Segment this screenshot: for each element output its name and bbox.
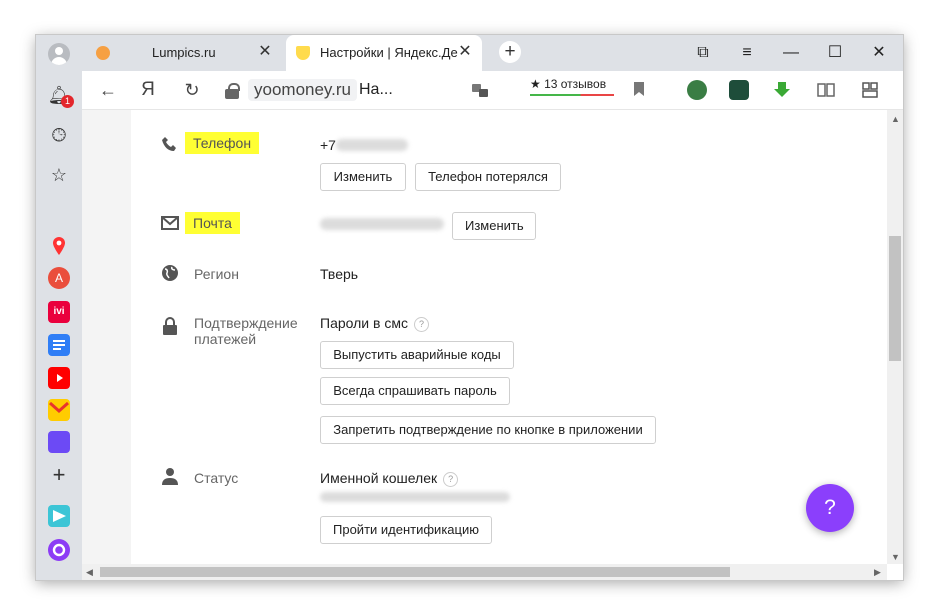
messenger-icon[interactable] <box>48 431 70 453</box>
star-bookmarks-icon[interactable]: ☆ <box>47 163 71 187</box>
ivi-icon[interactable]: ivi <box>48 301 70 323</box>
yandex-maps-icon[interactable] <box>48 235 70 257</box>
extensions-icon[interactable] <box>860 80 880 100</box>
translate-icon[interactable]: A <box>48 267 70 289</box>
tab-close-icon[interactable]: ✕ <box>256 43 274 61</box>
gear-extension-icon[interactable] <box>729 80 749 100</box>
padlock-icon <box>162 317 178 340</box>
globe-icon <box>161 264 179 287</box>
horizontal-scroll-thumb[interactable] <box>100 567 730 577</box>
payment-confirmation-text: Пароли в смс <box>320 315 408 331</box>
url-domain[interactable]: yoomoney.ru <box>248 79 358 101</box>
translate-page-icon[interactable] <box>470 80 490 100</box>
status-text: Именной кошелек <box>320 470 438 486</box>
page-title[interactable]: На... <box>359 81 393 99</box>
scroll-right-arrow-icon[interactable]: ▶ <box>874 567 881 578</box>
phone-value: +7 <box>320 137 336 153</box>
play-icon[interactable] <box>48 505 70 527</box>
reload-button[interactable]: ↻ <box>180 71 204 109</box>
reviews-text: ★ 13 отзывов <box>530 77 607 91</box>
docs-icon[interactable] <box>48 334 70 356</box>
bookmark-icon[interactable] <box>633 81 645 97</box>
phone-number-blurred <box>336 139 408 151</box>
scroll-left-arrow-icon[interactable]: ◀ <box>86 567 93 578</box>
phone-label: Телефон <box>185 132 260 154</box>
issue-emergency-codes-button[interactable]: Выпустить аварийные коды <box>320 341 514 369</box>
status-details-blurred <box>320 492 510 502</box>
tab-lumpics[interactable]: Lumpics.ru ✕ <box>86 35 282 71</box>
email-label: Почта <box>185 212 240 234</box>
tab-close-icon[interactable]: ✕ <box>456 43 474 61</box>
wallet-favicon-icon <box>296 46 310 60</box>
shield-extension-icon[interactable] <box>687 80 707 100</box>
add-app-icon[interactable]: + <box>47 463 71 487</box>
tab-bar: Lumpics.ru ✕ Настройки | Яндекс.Де ✕ + ⧉… <box>36 35 903 71</box>
disable-app-button-confirmation-button[interactable]: Запретить подтверждение по кнопке в прил… <box>320 416 656 444</box>
close-window-button[interactable]: ✕ <box>857 35 901 71</box>
phone-lost-button[interactable]: Телефон потерялся <box>415 163 561 191</box>
minimize-button[interactable]: — <box>769 35 813 71</box>
user-icon <box>162 467 178 490</box>
new-tab-button[interactable]: + <box>499 41 521 63</box>
status-value: Именной кошелек? <box>320 470 459 487</box>
vertical-scrollbar[interactable]: ▲ ▼ <box>887 110 903 564</box>
collections-icon[interactable]: ⧉ <box>681 35 725 71</box>
history-clock-icon[interactable]: 🕒︎ <box>47 123 71 147</box>
pass-identification-button[interactable]: Пройти идентификацию <box>320 516 492 544</box>
back-button[interactable]: ← <box>96 71 120 109</box>
help-question-icon[interactable]: ? <box>443 471 459 487</box>
tab-title: Lumpics.ru <box>152 45 216 60</box>
payment-confirmation-value: Пароли в смс? <box>320 315 429 332</box>
email-blurred <box>320 218 444 230</box>
vertical-scroll-thumb[interactable] <box>889 236 901 361</box>
always-ask-password-button[interactable]: Всегда спрашивать пароль <box>320 377 510 405</box>
scroll-down-arrow-icon[interactable]: ▼ <box>891 552 900 562</box>
bell-icon[interactable]: 🔔︎ 1 <box>47 83 74 108</box>
alice-icon[interactable] <box>48 539 70 561</box>
mail-icon[interactable] <box>48 399 70 421</box>
status-label: Статус <box>194 470 239 486</box>
browser-sidebar: 🔔︎ 1 🕒︎ ☆ A ivi + <box>36 71 82 580</box>
horizontal-scrollbar[interactable]: ◀ ▶ <box>82 564 887 580</box>
browser-window: Lumpics.ru ✕ Настройки | Яндекс.Де ✕ + ⧉… <box>36 35 903 580</box>
reader-mode-icon[interactable] <box>816 80 836 100</box>
reviews-rating-bar <box>530 94 614 96</box>
reviews-badge[interactable]: ★ 13 отзывов <box>530 77 614 96</box>
yandex-home-button[interactable]: Я <box>136 71 160 109</box>
settings-content: Телефон +7 Изменить Телефон потерялся По… <box>131 110 887 564</box>
download-master-icon[interactable] <box>772 80 792 100</box>
maximize-button[interactable]: ☐ <box>813 35 857 71</box>
change-email-button[interactable]: Изменить <box>452 212 536 240</box>
page-margin-left <box>82 110 131 564</box>
youtube-icon[interactable] <box>48 367 70 389</box>
menu-icon[interactable]: ≡ <box>725 35 769 71</box>
notification-badge: 1 <box>61 95 74 108</box>
region-value: Тверь <box>320 266 359 282</box>
help-chat-button[interactable]: ? <box>806 484 854 532</box>
tab-settings-yandex[interactable]: Настройки | Яндекс.Де ✕ <box>286 35 482 71</box>
address-toolbar: ← Я ↻ yoomoney.ru На... ★ 13 отзывов ↓ <box>82 71 903 110</box>
profile-avatar[interactable] <box>48 43 70 65</box>
change-phone-button[interactable]: Изменить <box>320 163 406 191</box>
phone-icon <box>161 136 179 159</box>
region-label: Регион <box>194 266 239 282</box>
envelope-icon <box>161 216 179 235</box>
lumpics-favicon-icon <box>96 46 110 60</box>
tab-title: Настройки | Яндекс.Де <box>320 45 458 60</box>
scroll-up-arrow-icon[interactable]: ▲ <box>891 114 900 124</box>
payment-confirmation-label-line1: Подтверждение <box>194 315 298 331</box>
payment-confirmation-label-line2: платежей <box>194 331 257 347</box>
help-question-icon[interactable]: ? <box>413 316 429 332</box>
